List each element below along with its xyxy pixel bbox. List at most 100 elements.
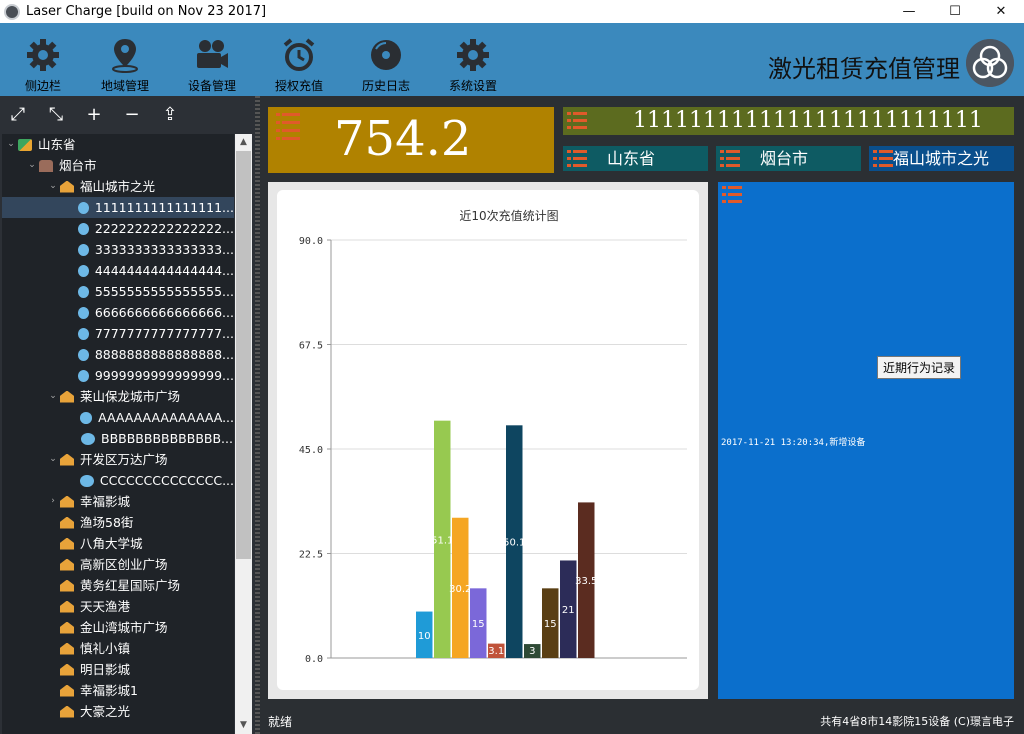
tree-node[interactable]: 幸福影城1 (2, 680, 234, 701)
toolbar-button-region[interactable]: 地域管理 (90, 37, 160, 94)
y-tick-label: 90.0 (299, 236, 323, 247)
tree-node[interactable]: 慎礼小镇 (2, 638, 234, 659)
title-bar: Laser Charge [build on Nov 23 2017] — ☐ … (0, 0, 1024, 23)
cinema-icon (60, 495, 74, 508)
tree-node[interactable]: 高新区创业广场 (2, 554, 234, 575)
tree-node[interactable]: 黄务红星国际广场 (2, 575, 234, 596)
tree-node[interactable]: 3333333333333333... (2, 239, 234, 260)
list-icon (276, 113, 300, 143)
tree-node-label: 莱山保龙城市广场 (80, 389, 181, 404)
expand-all-icon[interactable]: ⤢ (8, 105, 28, 125)
tree-node-label: 高新区创业广场 (80, 557, 168, 572)
status-bar: 就绪 共有4省8市14影院15设备 (C)璟言电子 (260, 710, 1024, 734)
cinema-icon (60, 579, 74, 592)
add-icon[interactable]: + (84, 105, 104, 125)
tree-node-label: 慎礼小镇 (80, 641, 131, 656)
balance-value: 754.2 (334, 111, 472, 167)
toolbar-button-history[interactable]: 历史日志 (351, 37, 421, 94)
toolbar-label: 设备管理 (187, 79, 236, 93)
export-icon[interactable]: ⇪ (160, 105, 180, 125)
expand-arrow-icon[interactable]: ⌄ (4, 134, 18, 155)
tree-node[interactable]: 明日影城 (2, 659, 234, 680)
toolbar-button-settings[interactable]: 系统设置 (438, 37, 508, 94)
tree-node[interactable]: 天天渔港 (2, 596, 234, 617)
cinema-icon (60, 453, 74, 466)
tree-node-label: 幸福影城 (80, 494, 131, 509)
tree-node[interactable]: 八角大学城 (2, 533, 234, 554)
list-icon (567, 150, 587, 168)
tree-node[interactable]: 5555555555555555... (2, 281, 234, 302)
expand-arrow-icon[interactable]: ⌄ (25, 155, 39, 176)
y-tick-label: 67.5 (299, 341, 323, 352)
expand-arrow-icon[interactable]: › (46, 491, 60, 512)
tree-scrollbar[interactable]: ▲ ▼ (235, 134, 252, 734)
map-pin-icon (112, 39, 138, 73)
cinema-name: 福山城市之光 (893, 149, 990, 168)
scroll-down-icon[interactable]: ▼ (235, 717, 252, 734)
list-icon (567, 112, 587, 130)
toolbar-label: 系统设置 (448, 79, 497, 93)
expand-arrow-icon[interactable]: ⌄ (46, 386, 60, 407)
tree-node[interactable]: ⌄ 开发区万达广场 (2, 449, 234, 470)
tree-node[interactable]: 8888888888888888... (2, 344, 234, 365)
tree-node[interactable]: ⌄ 山东省 (2, 134, 234, 155)
cinema-icon (60, 558, 74, 571)
minimize-button[interactable]: — (886, 0, 932, 23)
tree-node[interactable]: ⌄ 福山城市之光 (2, 176, 234, 197)
tree-node[interactable]: 9999999999999999... (2, 365, 234, 386)
tree-node[interactable]: CCCCCCCCCCCCCC... (2, 470, 234, 491)
tree-node-label: CCCCCCCCCCCCCC... (99, 473, 234, 488)
tree-node-label: 幸福影城1 (80, 683, 138, 698)
scroll-thumb[interactable] (236, 151, 251, 559)
cinema-icon (60, 600, 74, 613)
toolbar-button-recharge[interactable]: 授权充值 (264, 37, 334, 94)
tree-node[interactable]: 金山湾城市广场 (2, 617, 234, 638)
tree-node[interactable]: 大豪之光 (2, 701, 234, 722)
tree-node[interactable]: 7777777777777777... (2, 323, 234, 344)
close-button[interactable]: ✕ (978, 0, 1024, 23)
device-icon (80, 474, 94, 487)
chart-panel: 近10次充值统计图 0.0 22.5 45.0 67.5 90.0 10 51.1 30.2 15… (268, 182, 708, 699)
tree-node-label: 大豪之光 (80, 704, 131, 719)
maximize-button[interactable]: ☐ (932, 0, 978, 23)
city-name: 烟台市 (760, 149, 809, 168)
tree-node[interactable]: › 幸福影城 (2, 491, 234, 512)
region-tree[interactable]: ⌄ 山东省 ⌄ 烟台市 ⌄ 福山城市之光 1111111111111111... 222222… (2, 134, 234, 734)
tree-node[interactable]: 渔场58街 (2, 512, 234, 533)
toolbar-button-device[interactable]: 设备管理 (177, 37, 247, 94)
tree-node[interactable]: 2222222222222222... (2, 218, 234, 239)
tree-node-label: 天天渔港 (80, 599, 131, 614)
tree-node-label: 2222222222222222... (94, 221, 234, 236)
toolbar-label: 地域管理 (100, 79, 149, 93)
cinema-icon (60, 390, 74, 403)
bar-value-label: 15 (544, 619, 557, 630)
tree-node[interactable]: AAAAAAAAAAAAAA... (2, 407, 234, 428)
window-title: Laser Charge [build on Nov 23 2017] (26, 4, 267, 19)
log-entry: 2017-11-21 13:20:34,新增设备 (721, 438, 866, 448)
tree-node-label: 烟台市 (59, 158, 97, 173)
expand-arrow-icon[interactable]: ⌄ (46, 176, 60, 197)
tree-node[interactable]: 1111111111111111... (2, 197, 234, 218)
city-panel: 烟台市 (716, 146, 861, 171)
tree-node[interactable]: BBBBBBBBBBBBBB... (2, 428, 234, 449)
tree-node-label: 5555555555555555... (94, 284, 234, 299)
expand-arrow-icon[interactable]: ⌄ (46, 449, 60, 470)
collapse-all-icon[interactable]: ⤡ (46, 105, 66, 125)
bar-value-label: 30.2 (449, 584, 471, 595)
tree-node[interactable]: ⌄ 烟台市 (2, 155, 234, 176)
tree-node[interactable]: 4444444444444444... (2, 260, 234, 281)
cinema-icon (60, 684, 74, 697)
remove-icon[interactable]: − (122, 105, 142, 125)
cinema-icon (60, 180, 74, 193)
panel-splitter[interactable] (255, 96, 260, 734)
province-name: 山东省 (607, 149, 656, 168)
scroll-up-icon[interactable]: ▲ (235, 134, 252, 151)
tree-node[interactable]: 6666666666666666... (2, 302, 234, 323)
disc-icon (371, 40, 401, 70)
toolbar-button-sidebar[interactable]: 侧边栏 (8, 37, 78, 94)
tree-node[interactable]: ⌄ 莱山保龙城市广场 (2, 386, 234, 407)
bar-value-label: 33.5 (575, 576, 597, 587)
tree-node-label: 8888888888888888... (94, 347, 234, 362)
tree-node-label: 福山城市之光 (80, 179, 156, 194)
tree-node-label: 7777777777777777... (94, 326, 234, 341)
